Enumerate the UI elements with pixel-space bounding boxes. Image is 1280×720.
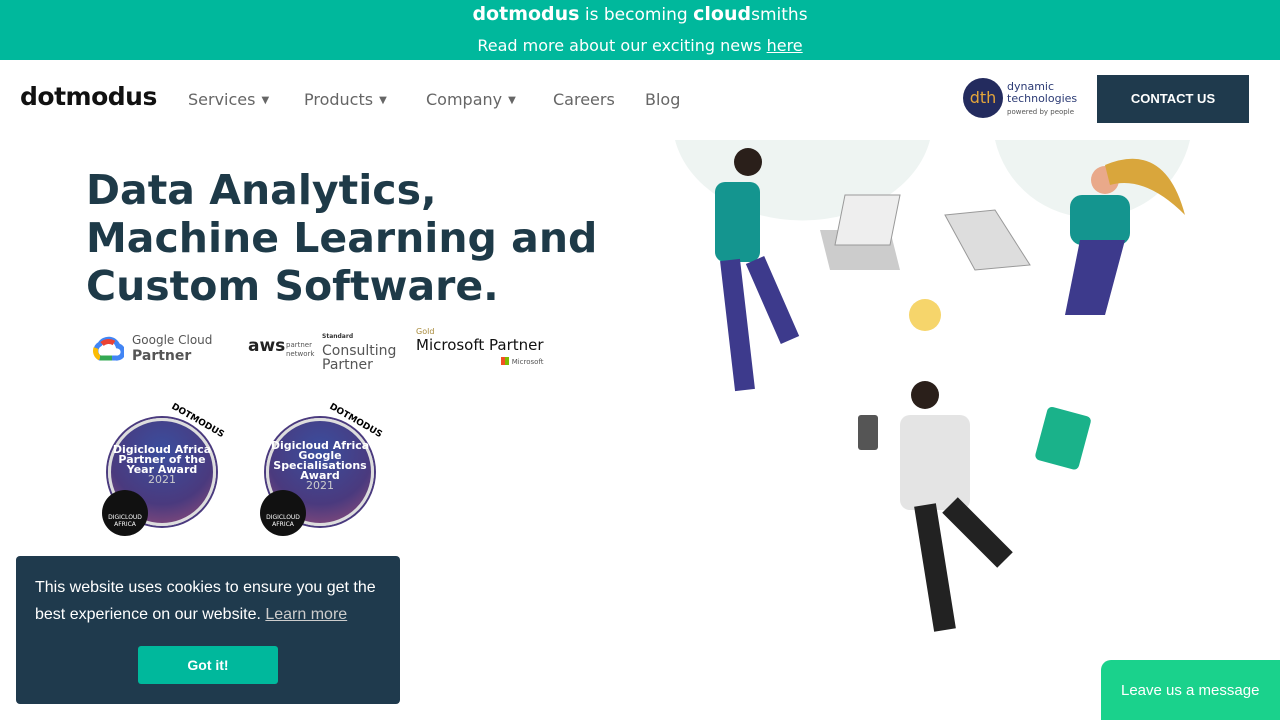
got-it-button[interactable]: Got it! xyxy=(138,646,278,684)
microsoft-icon xyxy=(501,357,510,365)
caret-down-icon: ▼ xyxy=(508,95,516,106)
leave-message-chat-button[interactable]: Leave us a message xyxy=(1101,660,1280,720)
nav-label: Company xyxy=(426,90,503,109)
digicloud-seal: DIGICLOUD AFRICA xyxy=(260,490,306,536)
nav-company[interactable]: Company ▼ xyxy=(426,90,516,109)
aws-network: partner network xyxy=(286,341,315,358)
nav-blog[interactable]: Blog xyxy=(645,90,680,109)
learn-more-link[interactable]: Learn more xyxy=(265,606,347,623)
brand-new-bold: cloud xyxy=(693,3,752,25)
microsoft-partner: Gold Microsoft Partner Microsoft xyxy=(416,327,544,366)
ms-brand: Microsoft xyxy=(511,358,544,366)
logo[interactable]: dotmodus xyxy=(20,82,157,111)
aws-partner: Standard Consulting Partner xyxy=(322,330,396,372)
dynamic-technologies-text: dynamic technologies powered by people xyxy=(1007,81,1077,118)
hero-title: Data Analytics, Machine Learning and Cus… xyxy=(86,166,598,310)
news-link[interactable]: here xyxy=(767,36,803,55)
announcement-banner: dotmodus is becoming cloudsmiths Read mo… xyxy=(0,0,1280,60)
banner-text: is becoming xyxy=(584,5,688,25)
brand-old: dotmodus xyxy=(472,3,580,25)
gc-line2: Partner xyxy=(132,348,192,364)
ms-line1: Microsoft Partner xyxy=(416,336,544,354)
brand-new-rest: smiths xyxy=(751,5,808,25)
hero-illustration xyxy=(675,140,1190,632)
ms-tier: Gold xyxy=(416,327,435,336)
gc-line1: Google Cloud xyxy=(132,333,213,347)
contact-us-button[interactable]: CONTACT US xyxy=(1097,75,1249,123)
caret-down-icon: ▼ xyxy=(261,95,270,106)
award-year: 2021 xyxy=(148,473,176,486)
nav-careers[interactable]: Careers xyxy=(553,90,615,109)
caret-down-icon: ▼ xyxy=(379,95,387,106)
cookie-banner: This website uses cookies to ensure you … xyxy=(16,556,400,704)
dt-line3: powered by people xyxy=(1007,108,1074,116)
dynamic-technologies-logo[interactable]: dth xyxy=(963,78,1003,118)
news-text: Read more about our exciting news xyxy=(477,36,767,55)
award-title: Digicloud Africa Google Specialisations … xyxy=(270,439,370,482)
aws-tier: Standard xyxy=(322,333,354,340)
google-cloud-partner: Google Cloud Partner xyxy=(132,332,212,364)
dt-line2: technologies xyxy=(1007,92,1078,105)
aws-line2: Partner xyxy=(322,357,373,373)
digicloud-seal: DIGICLOUD AFRICA xyxy=(102,490,148,536)
aws-logo: aws xyxy=(248,336,286,356)
nav-products[interactable]: Products ▼ xyxy=(304,90,387,109)
nav-label: Services xyxy=(188,90,256,109)
nav-label: Products xyxy=(304,90,374,109)
award-title: Digicloud Africa Partner of the Year Awa… xyxy=(112,443,212,476)
main-nav: dotmodus Services ▼ Products ▼ Company ▼ Ca… xyxy=(0,60,1280,140)
aws-line1: Consulting xyxy=(322,343,397,359)
google-cloud-icon xyxy=(93,336,124,361)
nav-services[interactable]: Services ▼ xyxy=(188,90,269,109)
